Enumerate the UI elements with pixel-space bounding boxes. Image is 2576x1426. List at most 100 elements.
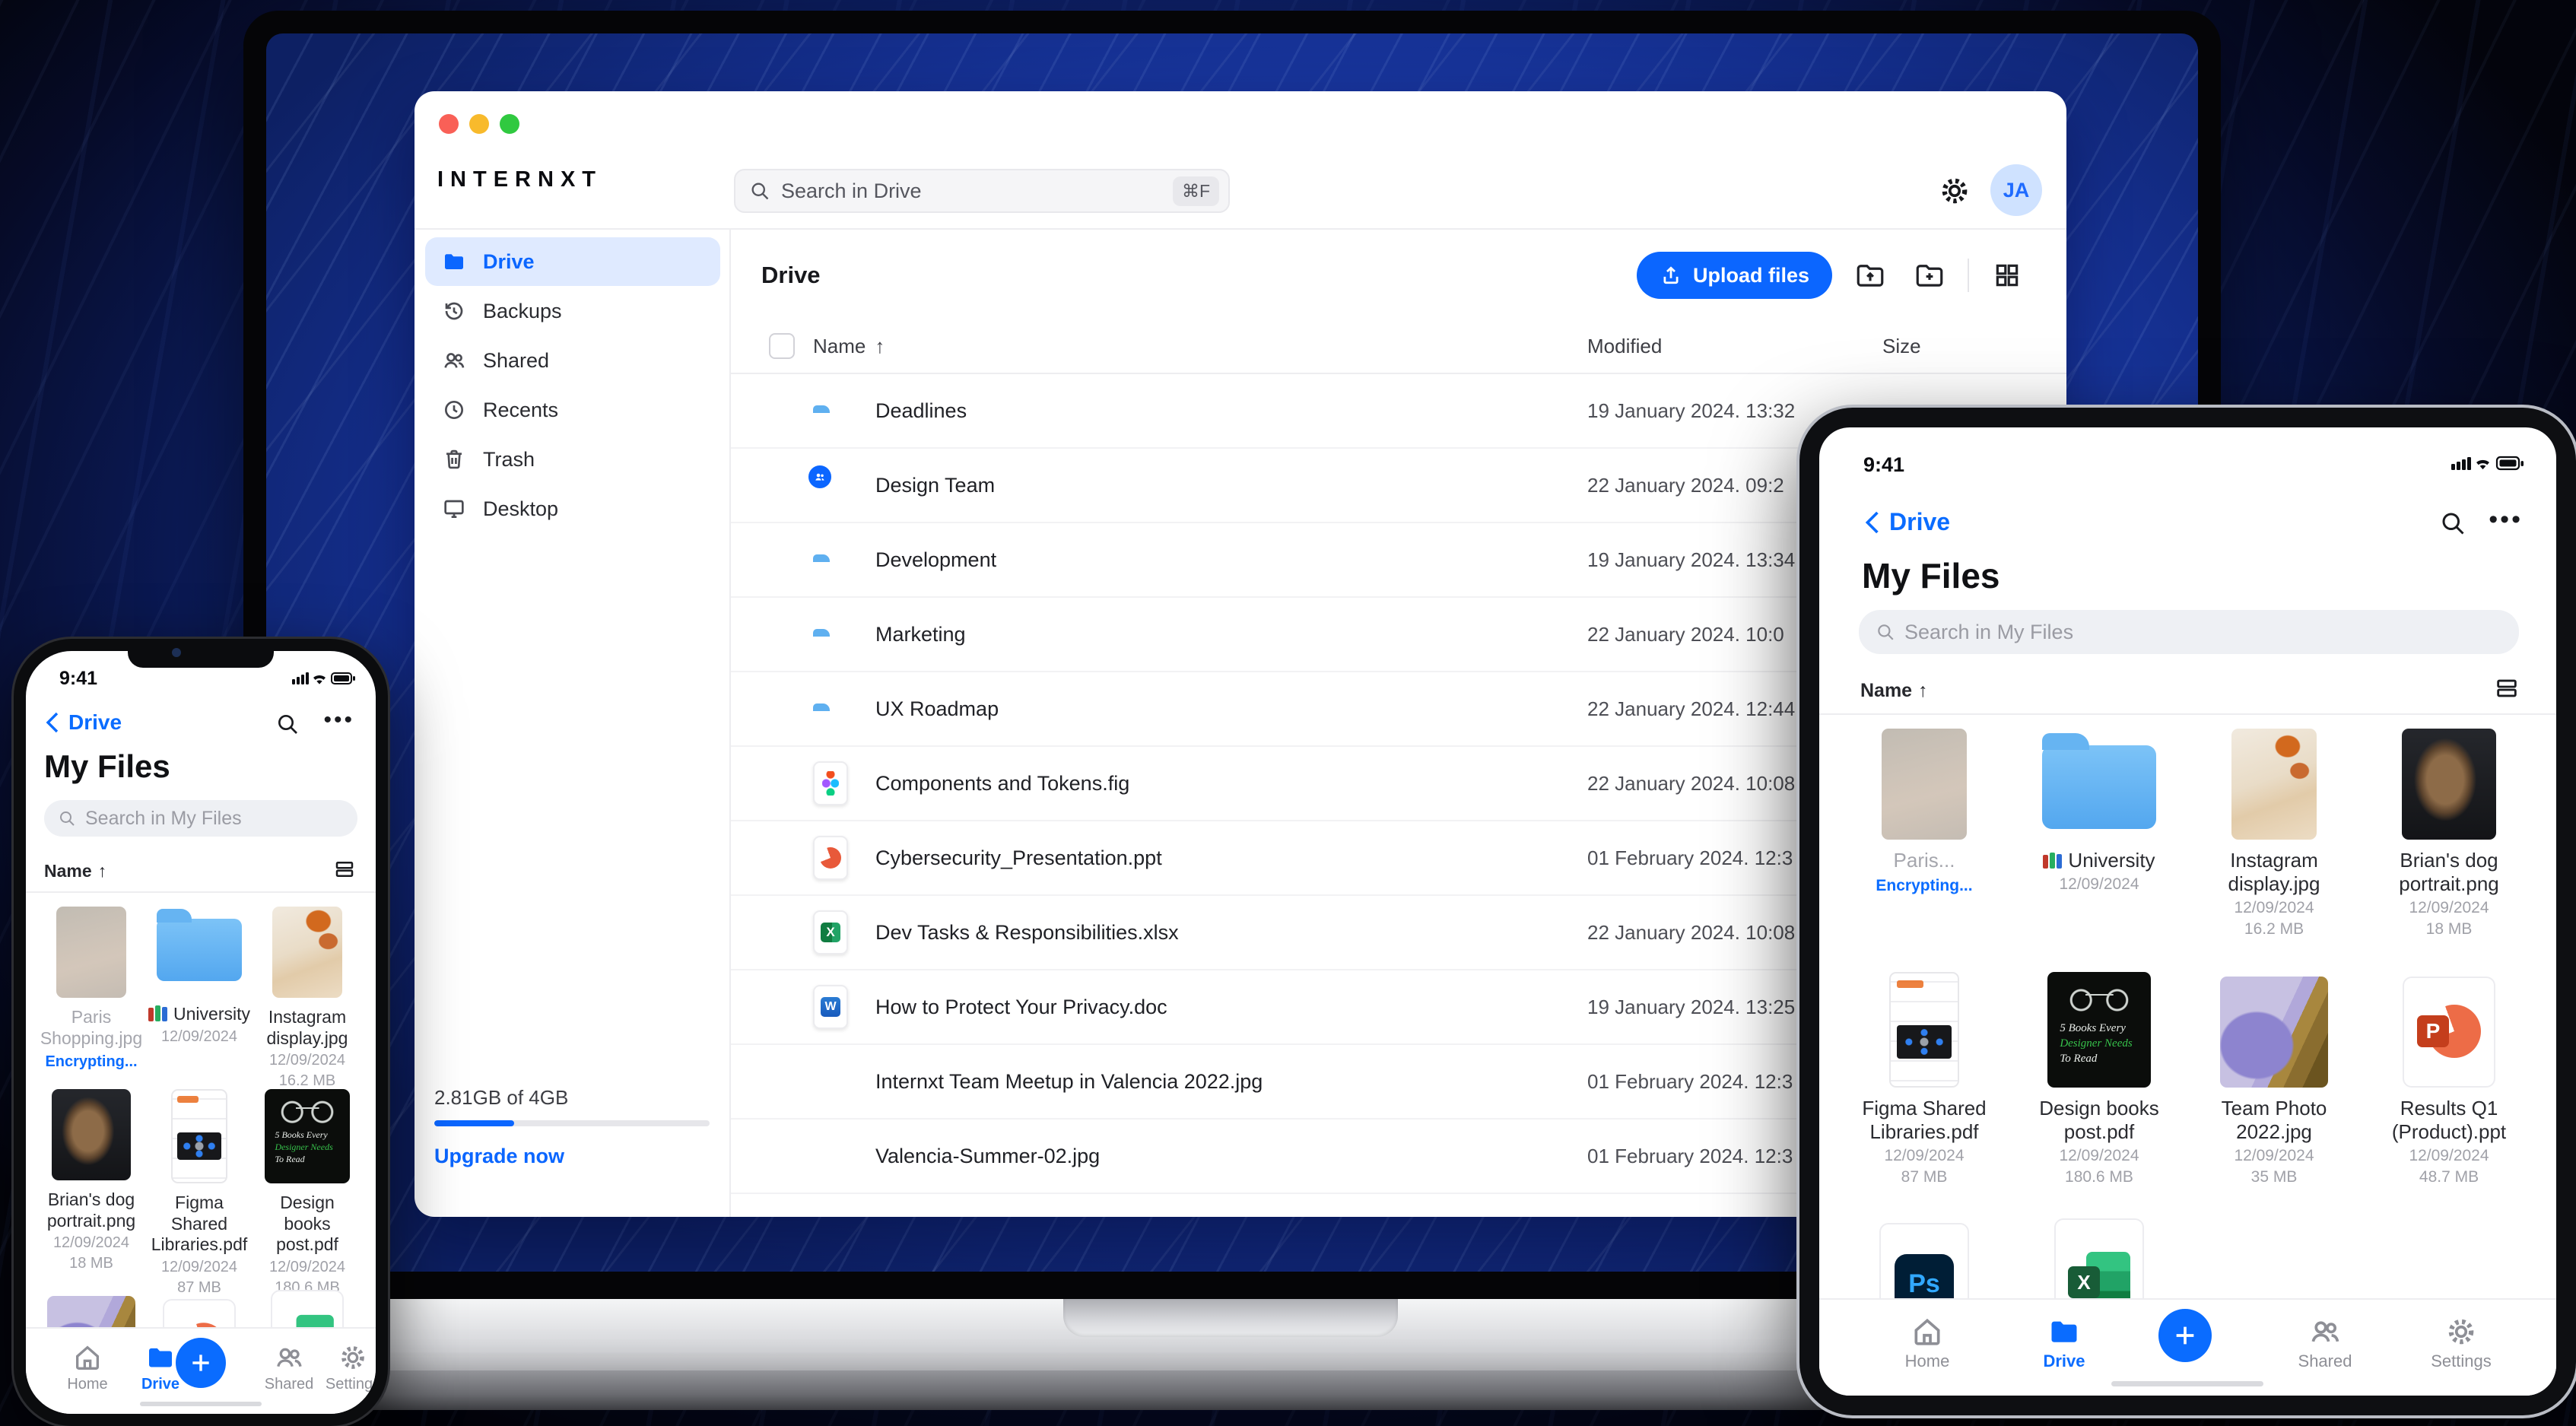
grid-item-university[interactable]: University 12/09/2024 xyxy=(2031,729,2168,894)
folder-icon xyxy=(445,254,463,269)
grid-view-icon xyxy=(1996,264,2019,287)
phone-notch xyxy=(128,639,274,668)
grid-item-design-books[interactable]: 5 Books Every Designer Needs To Read Des… xyxy=(256,1089,359,1297)
back-button[interactable]: Drive xyxy=(44,710,122,735)
image-thumbnail xyxy=(56,907,126,998)
phone-screen: 9:41 Drive ••• My Files Search in My Fil… xyxy=(26,651,376,1414)
home-icon xyxy=(1914,1318,1940,1345)
trash-icon xyxy=(446,449,462,469)
phone-search-button[interactable] xyxy=(275,712,300,736)
phone-sort-control[interactable]: Name ↑ xyxy=(44,861,106,881)
grid-item-paris[interactable]: Paris... Encrypting... xyxy=(1856,729,1993,895)
user-avatar[interactable]: JA xyxy=(1990,164,2042,216)
more-options-icon[interactable]: ••• xyxy=(323,707,354,733)
list-view-toggle[interactable] xyxy=(2494,675,2520,701)
marketing-composite: INTERNXT Search in Drive ⌘F JA Drive Bac… xyxy=(0,0,2576,1426)
sidebar-item-recents[interactable]: Recents xyxy=(425,386,720,434)
tablet-status-time: 9:41 xyxy=(1863,453,1905,476)
shared-badge-icon xyxy=(805,462,834,491)
nav-settings[interactable]: Settings xyxy=(2425,1315,2498,1371)
search-icon xyxy=(278,715,297,734)
more-options-icon[interactable]: ••• xyxy=(2489,505,2523,535)
nav-shared[interactable]: Shared xyxy=(259,1342,319,1393)
new-folder-button[interactable] xyxy=(1908,254,1951,297)
upload-files-button[interactable]: Upload files xyxy=(1636,252,1832,299)
storage-usage: 2.81GB of 4GB xyxy=(434,1086,569,1109)
home-indicator xyxy=(140,1402,262,1406)
select-all-checkbox[interactable] xyxy=(769,333,795,359)
sort-arrow-icon: ↑ xyxy=(97,861,107,881)
grid-item-instagram[interactable]: Instagram display.jpg 12/09/2024 16.2 MB xyxy=(2206,729,2343,938)
upload-icon xyxy=(1663,266,1679,284)
tablet-screen: 9:41 Drive ••• My Files Search in My Fil… xyxy=(1819,427,2556,1396)
clock-icon xyxy=(445,401,463,419)
grid-item-results-ppt[interactable]: P Results Q1 (Product).ppt 12/09/2024 48… xyxy=(2381,972,2517,1186)
tablet-sort-control[interactable]: Name ↑ xyxy=(1860,680,1928,702)
tablet-search-button[interactable] xyxy=(2439,510,2466,537)
sidebar-item-desktop[interactable]: Desktop xyxy=(425,484,720,533)
move-to-folder-button[interactable] xyxy=(1849,254,1892,297)
grid-item-figma-pdf[interactable]: Figma Shared Libraries.pdf 12/09/2024 87… xyxy=(148,1089,251,1297)
search-icon xyxy=(1878,624,1894,640)
image-thumbnail xyxy=(2402,729,2496,840)
drive-search-input[interactable]: Search in Drive ⌘F xyxy=(734,169,1230,213)
backups-history-icon xyxy=(445,302,463,320)
sidebar-item-backups[interactable]: Backups xyxy=(425,287,720,335)
add-button[interactable] xyxy=(2158,1309,2212,1362)
add-button[interactable] xyxy=(176,1338,226,1388)
phone-search-input[interactable]: Search in My Files xyxy=(44,800,357,837)
phone-device: 9:41 Drive ••• My Files Search in My Fil… xyxy=(14,639,388,1426)
grid-item-team-photo[interactable]: Team Photo 2022.jpg 12/09/2024 35 MB xyxy=(2206,972,2343,1186)
chevron-left-icon xyxy=(1865,511,1879,533)
settings-button[interactable] xyxy=(1936,172,1974,210)
grid-item-design-books[interactable]: 5 Books Every Designer Needs To Read Des… xyxy=(2031,972,2168,1186)
grid-item-figma-pdf[interactable]: Figma Shared Libraries.pdf 12/09/2024 87… xyxy=(1856,972,1993,1186)
column-modified[interactable]: Modified xyxy=(1587,335,1882,358)
nav-home[interactable]: Home xyxy=(1897,1315,1958,1371)
sidebar-item-shared[interactable]: Shared xyxy=(425,336,720,385)
nav-drive[interactable]: Drive xyxy=(2034,1315,2095,1371)
internxt-logo: INTERNXT xyxy=(437,167,602,192)
zoom-window-button[interactable] xyxy=(500,114,519,134)
grid-item-dog[interactable]: Brian's dog portrait.png 12/09/2024 18 M… xyxy=(40,1089,143,1272)
pdf-thumbnail: 5 Books Every Designer Needs To Read xyxy=(2047,972,2151,1088)
close-window-button[interactable] xyxy=(439,114,459,134)
search-icon xyxy=(751,183,769,200)
gear-icon xyxy=(341,1346,364,1369)
panel-title: Drive xyxy=(761,262,821,288)
nav-shared[interactable]: Shared xyxy=(2291,1315,2359,1371)
people-icon xyxy=(444,353,465,368)
home-icon xyxy=(76,1345,99,1370)
upgrade-link[interactable]: Upgrade now xyxy=(434,1145,710,1168)
grid-item-paris[interactable]: Paris Shopping.jpg Encrypting... xyxy=(40,879,143,1071)
sidebar-item-label: Trash xyxy=(483,447,535,471)
nav-home[interactable]: Home xyxy=(61,1342,114,1393)
phone-bottom-nav: Home Drive Shared Settings xyxy=(26,1327,376,1414)
pdf-thumbnail: 5 Books Every Designer Needs To Read xyxy=(265,1089,350,1183)
chevron-left-icon xyxy=(46,712,59,733)
grid-item-dog[interactable]: Brian's dog portrait.png 12/09/2024 18 M… xyxy=(2381,729,2517,938)
grid-item-university[interactable]: University 12/09/2024 xyxy=(148,879,251,1046)
list-view-toggle[interactable] xyxy=(333,858,356,881)
table-header: Name ↑ Modified Size xyxy=(731,319,2066,374)
minimize-window-button[interactable] xyxy=(469,114,489,134)
home-indicator xyxy=(2111,1381,2263,1386)
sidebar: Drive Backups Shared Recents Trash Deskt… xyxy=(415,230,731,1217)
tablet-search-input[interactable]: Search in My Files xyxy=(1859,610,2519,654)
pdf-thumbnail xyxy=(171,1089,227,1183)
column-name[interactable]: Name ↑ xyxy=(813,335,1587,358)
tablet-status-icons xyxy=(2451,455,2524,472)
encrypting-status: Encrypting... xyxy=(1876,877,1973,895)
sidebar-item-drive[interactable]: Drive xyxy=(425,237,720,286)
column-size[interactable]: Size xyxy=(1882,335,2066,358)
back-button[interactable]: Drive xyxy=(1863,508,1950,536)
people-icon xyxy=(2311,1321,2339,1342)
pdf-thumbnail xyxy=(1889,972,1959,1088)
sidebar-item-trash[interactable]: Trash xyxy=(425,435,720,484)
toolbar-divider xyxy=(1968,259,1969,292)
grid-item-instagram[interactable]: Instagram display.jpg 12/09/2024 16.2 MB xyxy=(256,879,359,1090)
phone-status-time: 9:41 xyxy=(59,668,98,689)
grid-view-button[interactable] xyxy=(1986,254,2028,297)
nav-settings[interactable]: Settings xyxy=(322,1342,376,1393)
search-icon xyxy=(2442,513,2464,535)
